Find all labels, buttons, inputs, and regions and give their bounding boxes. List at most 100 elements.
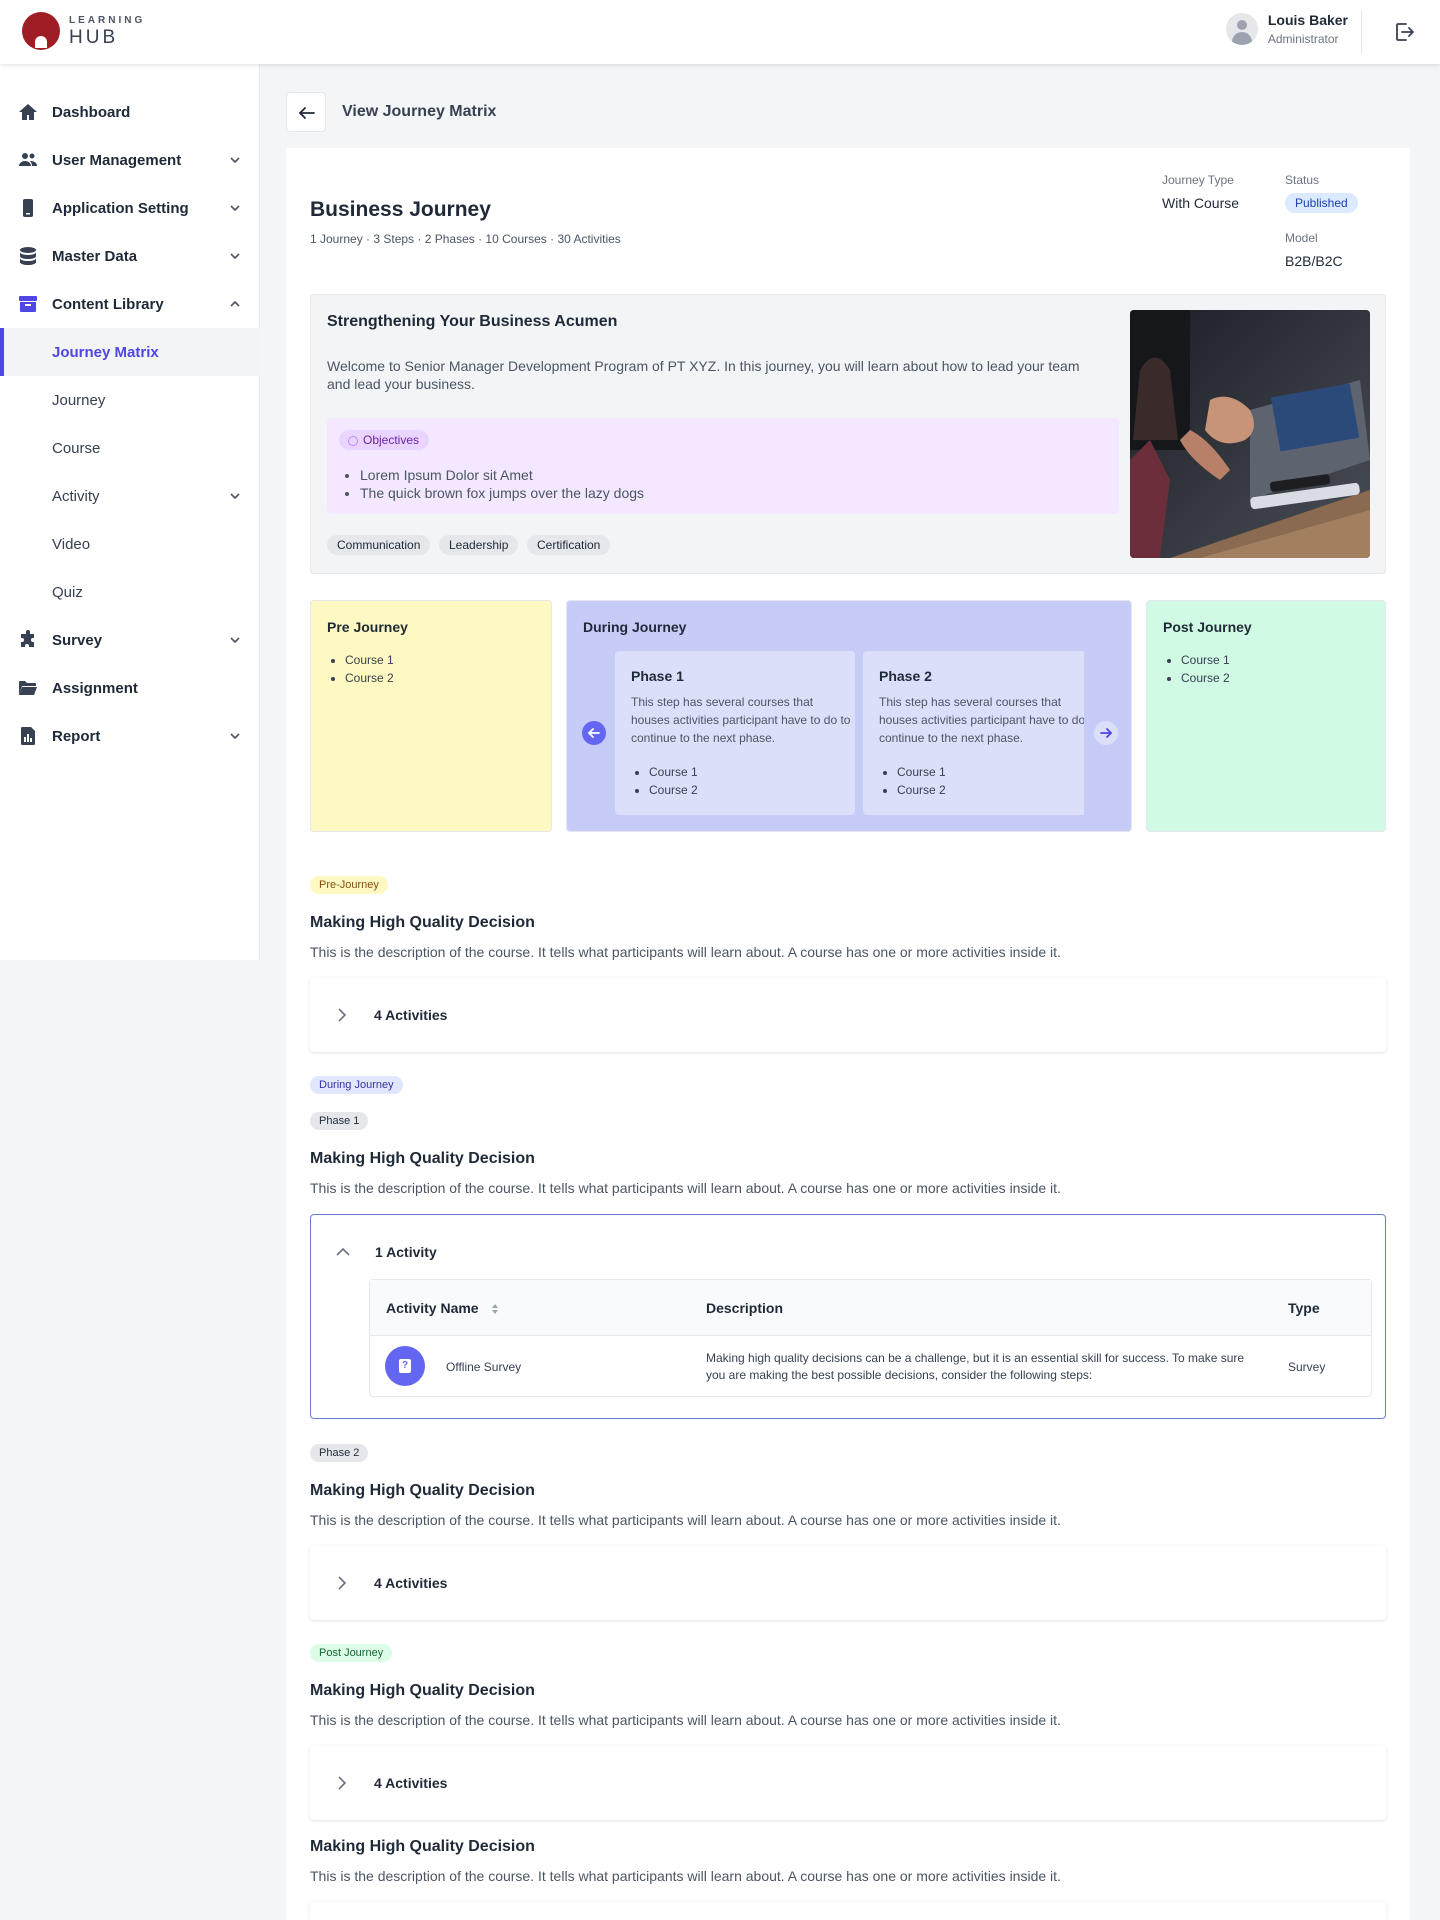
activity-table: Activity Name Description Type Offline S… (369, 1279, 1372, 1397)
sidebar-item-quiz[interactable]: Quiz (0, 568, 260, 616)
activities-accordion[interactable]: 4 Activities (310, 978, 1386, 1052)
phase-description: This step has several courses that house… (631, 695, 851, 745)
column-header-description: Description (706, 1300, 784, 1316)
course-item[interactable]: Course 2 (897, 781, 946, 799)
user-name: Louis Baker (1267, 12, 1348, 28)
users-icon (19, 153, 37, 166)
carousel-next-button[interactable] (1094, 721, 1118, 745)
puzzle-icon (21, 630, 34, 647)
sidebar-item-assignment[interactable]: Assignment (0, 664, 260, 712)
model-label: Model (1285, 231, 1318, 245)
sidebar-item-survey[interactable]: Survey (0, 616, 260, 664)
course-title: Making High Quality Decision (310, 914, 535, 931)
top-bar: LEARNING HUB Louis Baker Administrator (0, 0, 1440, 64)
sidebar-item-label: Dashboard (52, 103, 131, 121)
sidebar-item-application-setting[interactable]: Application Setting (0, 184, 260, 232)
activities-accordion[interactable] (310, 1902, 1386, 1920)
course-item[interactable]: Course 1 (345, 651, 394, 669)
journey-stats: 1 Journey · 3 Steps · 2 Phases · 10 Cour… (310, 232, 621, 246)
sidebar-item-label: Activity (52, 487, 100, 505)
chevron-down-icon (230, 157, 240, 164)
accordion-label: 4 Activities (374, 1775, 448, 1791)
sidebar-item-user-management[interactable]: User Management (0, 136, 260, 184)
sidebar-item-content-library[interactable]: Content Library (0, 280, 260, 328)
sidebar-item-label: Content Library (52, 295, 164, 313)
archive-icon (19, 296, 37, 312)
status-label: Status (1285, 173, 1320, 187)
mobile-icon (23, 199, 33, 217)
course-item[interactable]: Course 2 (1181, 669, 1230, 687)
course-title: Making High Quality Decision (310, 1682, 535, 1699)
activities-accordion-open[interactable]: 1 Activity Activity Name Description Typ… (310, 1214, 1386, 1419)
accordion-label: 4 Activities (374, 1007, 448, 1023)
chevron-right-icon (338, 1008, 347, 1022)
avatar (1225, 13, 1258, 45)
objective-item: The quick brown fox jumps over the lazy … (360, 484, 644, 502)
sidebar-item-dashboard[interactable]: Dashboard (0, 88, 260, 136)
course-description: This is the description of the course. I… (310, 1712, 1061, 1728)
sidebar-item-label: Journey (52, 391, 106, 409)
pre-journey-title: Pre Journey (327, 619, 408, 635)
journey-title: Business Journey (310, 198, 491, 221)
course-title: Making High Quality Decision (310, 1838, 535, 1855)
phase-1-badge: Phase 1 (310, 1112, 369, 1130)
course-title: Making High Quality Decision (310, 1482, 535, 1499)
course-item[interactable]: Course 2 (649, 781, 698, 799)
sidebar-item-video[interactable]: Video (0, 520, 260, 568)
journey-card: Business Journey 1 Journey · 3 Steps · 2… (286, 148, 1410, 1920)
chevron-up-icon (230, 300, 240, 307)
model-value: B2B/B2C (1285, 253, 1343, 269)
folder-icon (19, 681, 37, 695)
chevron-down-icon (230, 733, 240, 740)
chevron-up-icon (336, 1247, 350, 1256)
back-button[interactable] (286, 92, 326, 132)
post-journey-title: Post Journey (1163, 619, 1252, 635)
sort-icon[interactable] (490, 1302, 500, 1316)
logo[interactable]: LEARNING HUB (22, 12, 145, 50)
activities-accordion[interactable]: 4 Activities (310, 1546, 1386, 1620)
sidebar-item-label: User Management (52, 151, 182, 169)
activities-accordion[interactable]: 4 Activities (310, 1746, 1386, 1820)
page-title: View Journey Matrix (342, 103, 497, 120)
pre-journey-courses: Course 1 Course 2 (345, 651, 394, 687)
sidebar-item-report[interactable]: Report (0, 712, 260, 760)
course-item[interactable]: Course 1 (897, 763, 946, 781)
journey-cover-image (1130, 310, 1370, 558)
chevron-right-icon (338, 1776, 347, 1790)
chevron-down-icon (230, 205, 240, 212)
course-item[interactable]: Course 2 (345, 669, 394, 687)
sidebar-item-activity[interactable]: Activity (0, 472, 260, 520)
post-journey-badge: Post Journey (310, 1644, 393, 1662)
course-description: This is the description of the course. I… (310, 944, 1061, 960)
sidebar-item-master-data[interactable]: Master Data (0, 232, 260, 280)
column-header-activity-name[interactable]: Activity Name (386, 1300, 479, 1316)
phase-2-card[interactable]: Phase 2 This step has several courses th… (863, 651, 1084, 815)
phase-1-card[interactable]: Phase 1 This step has several courses th… (615, 651, 855, 815)
accordion-label: 4 Activities (374, 1575, 448, 1591)
chevron-right-icon (338, 1576, 347, 1590)
phase-2-badge: Phase 2 (310, 1444, 369, 1462)
logo-small-text: LEARNING (69, 14, 146, 26)
arrow-left-icon (588, 728, 600, 738)
chevron-down-icon (230, 637, 240, 644)
sidebar-item-course[interactable]: Course (0, 424, 260, 472)
user-profile[interactable]: Louis Baker Administrator (1225, 12, 1348, 46)
phase-description: This step has several courses that house… (879, 695, 1084, 745)
sidebar: Dashboard User Management Application Se… (0, 64, 260, 960)
sidebar-item-journey-matrix[interactable]: Journey Matrix (0, 328, 260, 376)
divider (1361, 10, 1362, 54)
sidebar-item-label: Video (52, 535, 91, 553)
chevron-down-icon (230, 253, 240, 260)
sidebar-item-label: Application Setting (52, 199, 189, 217)
home-icon (19, 104, 37, 120)
post-journey-card: Post Journey Course 1 Course 2 (1146, 600, 1386, 832)
tag-leadership: Leadership (439, 535, 519, 555)
carousel-prev-button[interactable] (582, 721, 606, 745)
course-item[interactable]: Course 1 (649, 763, 698, 781)
report-icon (21, 727, 35, 745)
logo-big-text: HUB (69, 26, 119, 48)
course-item[interactable]: Course 1 (1181, 651, 1230, 669)
objectives-list: Lorem Ipsum Dolor sit Amet The quick bro… (360, 466, 644, 502)
logout-icon[interactable] (1392, 20, 1416, 44)
sidebar-item-journey[interactable]: Journey (0, 376, 260, 424)
